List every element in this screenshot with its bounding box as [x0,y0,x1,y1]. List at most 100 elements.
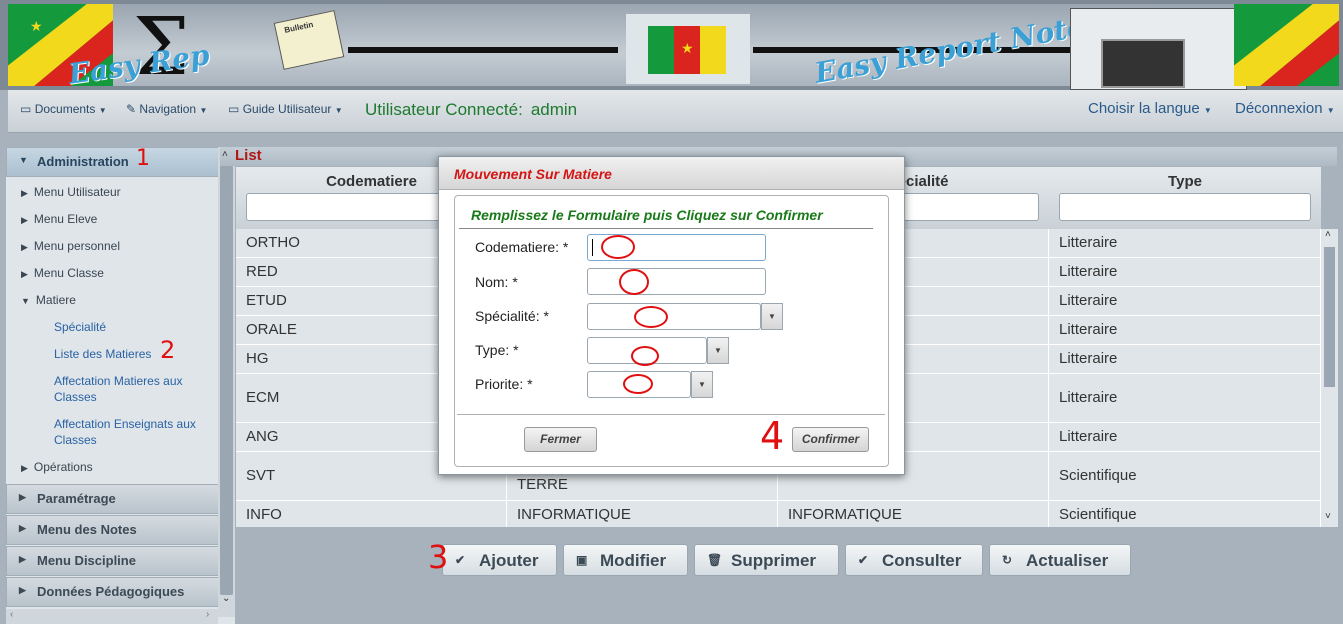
annotation-mark [634,306,668,328]
check-icon: ✔ [455,553,466,567]
type-label: Type: * [475,342,519,358]
chevron-right-icon[interactable]: › [206,609,209,620]
legend-divider [459,228,873,229]
caret-down-icon: ▼ [21,296,30,306]
sidebar-subitem-specialite[interactable]: Spécialité [54,319,214,335]
annotation-step-1: 1 [136,146,150,171]
caret-right-icon: ▶ [21,215,28,225]
sidebar: ▼ Administration ▶ Menu Utilisateur ▶ Menu… [6,147,235,624]
table-row[interactable]: INFO INFORMATIQUE INFORMATIQUE Scientifique [236,501,1321,527]
connected-user: Utilisateur Connecté: admin [365,100,578,119]
check-icon: ✔ [858,553,869,567]
chevron-down-icon[interactable]: ˅ [1325,511,1331,522]
chevron-up-icon[interactable]: ˄ [222,149,228,160]
footer-divider [457,414,885,415]
caret-right-icon: ▶ [21,242,28,252]
annotation-step-2: 2 [160,336,176,364]
scrollbar-thumb[interactable] [220,165,233,595]
annotation-mark [601,235,635,259]
sidebar-item-menu-classe[interactable]: ▶ Menu Classe [21,266,104,280]
specialite-label: Spécialité: * [475,308,549,324]
caret-down-icon: ▼ [334,106,343,115]
close-button[interactable]: Fermer [524,427,597,452]
pencil-icon: ✎ [126,102,137,116]
dialog-form: Remplissez le Formulaire puis Cliquez su… [454,195,889,467]
nav-language[interactable]: Choisir la langue ▼ [1088,100,1212,117]
document-icon: ▭ [228,102,240,116]
annotation-mark [619,269,649,295]
nav-navigation[interactable]: ✎ Navigation ▼ [126,102,207,116]
caret-down-icon: ▼ [1203,106,1212,115]
top-navbar: ▭ Documents ▼ ✎ Navigation ▼ ▭ Guide Uti… [8,90,1343,133]
refresh-button[interactable]: ↻ Actualiser [989,544,1131,576]
report-card-image-icon [1070,8,1247,90]
matiere-dialog: Mouvement Sur Matiere Remplissez le Form… [438,156,905,475]
chevron-down-icon[interactable]: ▼ [707,337,729,364]
caret-right-icon: ▶ [19,554,26,564]
caret-right-icon: ▶ [21,269,28,279]
caret-right-icon: ▶ [21,188,28,198]
banner-divider [348,47,618,53]
document-icon: ▭ [20,102,32,116]
cameroon-flag-right-icon: ★ [1234,4,1339,86]
chevron-down-icon[interactable]: ▼ [691,371,713,398]
nav-guide[interactable]: ▭ Guide Utilisateur ▼ [228,102,343,116]
banner-background: ★ Σ Easy Rep Bulletin ★ Easy Report Note… [8,4,1339,90]
sidebar-item-menu-eleve[interactable]: ▶ Menu Eleve [21,212,97,226]
trash-icon: 🗑 [707,553,723,567]
chevron-left-icon[interactable]: ‹ [10,609,13,620]
annotation-step-4: 4 [760,414,785,458]
sidebar-section-parametrage[interactable]: ▶ Paramétrage [6,484,219,514]
sidebar-section-menu-discipline[interactable]: ▶ Menu Discipline [6,546,219,576]
save-icon: ▣ [576,553,588,567]
confirm-button[interactable]: Confirmer [792,427,869,452]
caret-right-icon: ▶ [21,463,28,473]
sidebar-horizontal-scrollbar[interactable]: ‹ › [6,609,218,624]
caret-right-icon: ▶ [19,523,26,533]
text-cursor [592,239,593,256]
list-title: List [235,147,262,164]
header-banner: ★ Σ Easy Rep Bulletin ★ Easy Report Note… [0,0,1343,90]
caret-right-icon: ▶ [19,585,26,595]
chevron-up-icon[interactable]: ˄ [1325,229,1331,240]
caret-down-icon: ▼ [98,106,107,115]
form-legend: Remplissez le Formulaire puis Cliquez su… [471,207,823,223]
bulletin-document-icon: Bulletin [273,10,345,70]
caret-down-icon: ▼ [19,155,28,165]
annotation-step-3: 3 [428,538,449,576]
sidebar-subitem-affectation-matieres[interactable]: Affectation Matieres aux Classes [54,373,214,405]
user-name: admin [530,100,578,119]
caret-down-icon: ▼ [1326,106,1335,115]
nom-input[interactable] [587,268,766,295]
sidebar-subitem-liste-matieres[interactable]: Liste des Matieres [54,346,214,362]
specialite-select[interactable] [587,303,761,330]
sidebar-subitem-affectation-enseignats[interactable]: Affectation Enseignats aux Classes [54,416,214,448]
add-button[interactable]: ✔ Ajouter [442,544,557,576]
nav-documents[interactable]: ▭ Documents ▼ [20,102,107,116]
codematiere-label: Codematiere: * [475,239,569,255]
annotation-mark [623,374,653,394]
cameroon-flag-icon: ★ [626,14,750,84]
column-header-type[interactable]: Type [1049,167,1321,230]
scrollbar-thumb[interactable] [1324,247,1335,387]
chevron-down-icon[interactable]: ⌄ [222,593,230,604]
sidebar-item-operations[interactable]: ▶ Opérations [21,460,93,474]
caret-down-icon: ▼ [199,106,208,115]
sidebar-item-matiere[interactable]: ▼ Matiere [21,293,76,307]
filter-input-type[interactable] [1059,193,1311,221]
sidebar-section-donnees-pedagogiques[interactable]: ▶ Données Pédagogiques [6,577,219,607]
sidebar-scrollbar[interactable]: ⌄ [218,147,235,617]
nom-label: Nom: * [475,274,518,290]
view-button[interactable]: ✔ Consulter [845,544,983,576]
sidebar-item-menu-utilisateur[interactable]: ▶ Menu Utilisateur [21,185,121,199]
annotation-mark [631,346,659,366]
delete-button[interactable]: 🗑 Supprimer [694,544,839,576]
nav-logout[interactable]: Déconnexion ▼ [1235,100,1335,117]
table-scrollbar[interactable]: ˄ ˅ [1321,229,1338,527]
sidebar-item-menu-personnel[interactable]: ▶ Menu personnel [21,239,120,253]
sidebar-section-menu-notes[interactable]: ▶ Menu des Notes [6,515,219,545]
dialog-header[interactable]: Mouvement Sur Matiere [439,157,904,190]
chevron-down-icon[interactable]: ▼ [761,303,783,330]
sidebar-section-administration[interactable]: ▼ Administration [6,147,219,177]
edit-button[interactable]: ▣ Modifier [563,544,688,576]
